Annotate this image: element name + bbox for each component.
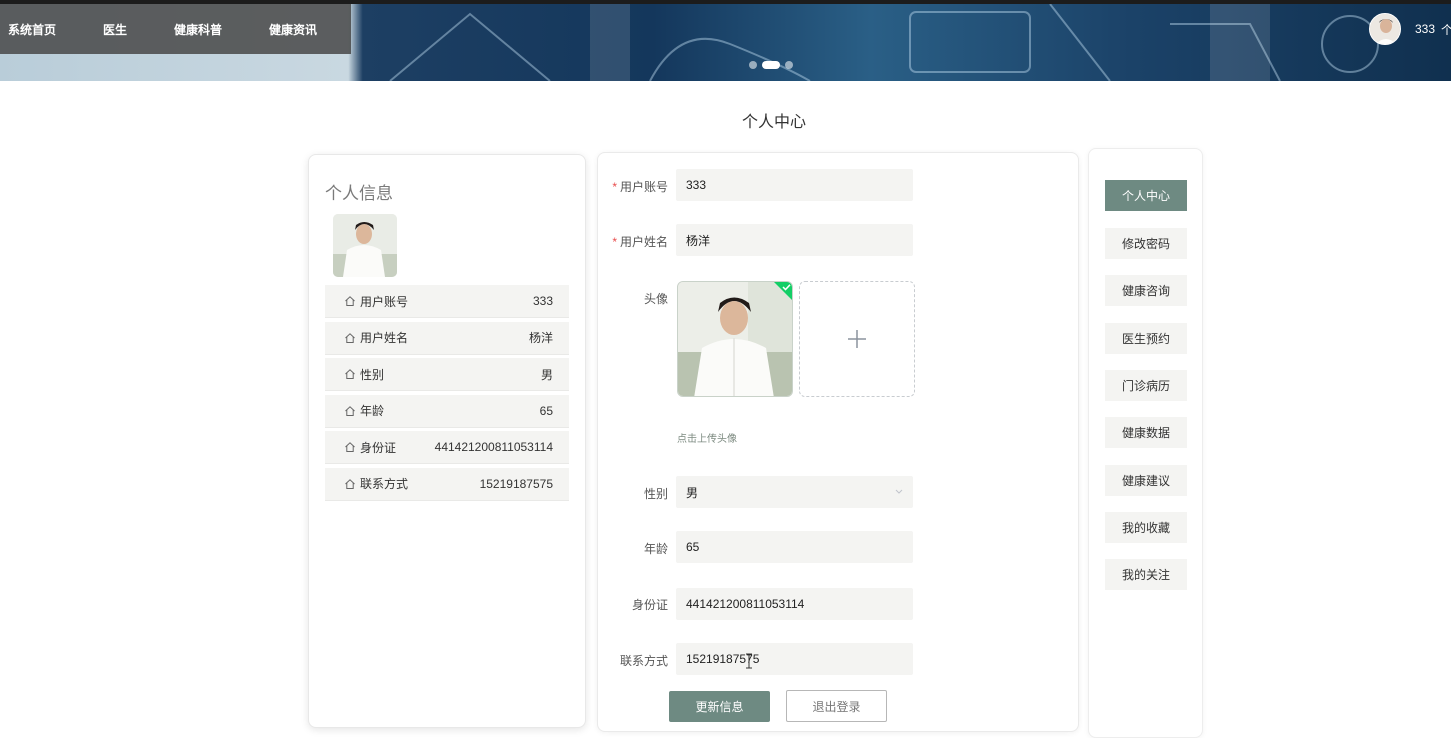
home-outline-icon (345, 405, 355, 416)
gender-select-value: 男 (686, 485, 699, 500)
name-input[interactable]: 杨洋 (676, 224, 913, 256)
profile-row-name: 用户姓名 杨洋 (325, 321, 569, 355)
carousel-dot[interactable] (749, 61, 757, 69)
user-side-menu: 个人中心 修改密码 健康咨询 医生预约 门诊病历 健康数据 健康建议 我的收藏 … (1088, 148, 1203, 738)
home-outline-icon (345, 478, 355, 489)
menu-item-health-data[interactable]: 健康数据 (1105, 417, 1187, 448)
profile-row-phone: 联系方式 15219187575 (325, 467, 569, 501)
user-name[interactable]: 333 (1415, 22, 1435, 36)
avatar-label: 头像 (643, 292, 668, 306)
profile-row-label: 性别 (360, 367, 385, 382)
check-icon (774, 282, 792, 300)
menu-item-profile[interactable]: 个人中心 (1105, 180, 1187, 211)
gender-select[interactable]: 男 (676, 476, 913, 508)
menu-item-doctor-appointment[interactable]: 医生预约 (1105, 323, 1187, 354)
profile-card-title: 个人信息 (325, 184, 393, 203)
id-card-input[interactable]: 441421200811053114 (676, 588, 913, 620)
nav-item-health-science[interactable]: 健康科普 (174, 21, 222, 38)
phone-input[interactable]: 15219187575 (676, 643, 913, 675)
profile-row-label: 身份证 (360, 440, 397, 455)
user-avatar[interactable] (1368, 13, 1401, 45)
home-outline-icon (345, 332, 355, 343)
account-input[interactable]: 333 (676, 169, 913, 201)
gender-label: 性别 (643, 487, 668, 501)
id-card-label: 身份证 (631, 598, 668, 612)
age-input[interactable]: 65 (676, 531, 913, 563)
required-mark: * (612, 180, 617, 194)
profile-row-value: 15219187575 (479, 476, 553, 491)
menu-item-my-follows[interactable]: 我的关注 (1105, 559, 1187, 590)
avatar-upload-button[interactable] (799, 281, 915, 397)
phone-label: 联系方式 (619, 654, 668, 668)
profile-row-value: 65 (539, 403, 553, 418)
avatar-person-icon (1369, 14, 1400, 44)
name-label-text: 用户姓名 (619, 235, 668, 249)
profile-row-age: 年龄 65 (325, 394, 569, 428)
update-info-button[interactable]: 更新信息 (669, 691, 770, 722)
profile-row-label: 用户账号 (360, 294, 409, 309)
menu-item-health-consultation[interactable]: 健康咨询 (1105, 275, 1187, 306)
profile-row-value: 441421200811053114 (434, 440, 553, 454)
menu-item-health-advice[interactable]: 健康建议 (1105, 465, 1187, 496)
menu-item-outpatient-records[interactable]: 门诊病历 (1105, 370, 1187, 401)
account-label-text: 用户账号 (619, 180, 668, 194)
chevron-down-icon (895, 489, 903, 494)
profile-info-list: 用户账号 333 用户姓名 杨洋 性别 男 年龄 65 身份证 44142120… (325, 285, 569, 504)
nav-item-doctors[interactable]: 医生 (103, 21, 127, 38)
home-outline-icon (345, 442, 355, 452)
avatar-upload-tip: 点击上传头像 (677, 434, 737, 445)
carousel-dot-active[interactable] (762, 61, 780, 69)
plus-icon (848, 330, 866, 348)
nav-item-home[interactable]: 系统首页 (8, 21, 56, 38)
text-cursor-icon (746, 653, 752, 669)
profile-row-account: 用户账号 333 (325, 285, 569, 318)
nav-item-health-news[interactable]: 健康资讯 (269, 21, 317, 38)
name-label: * 用户姓名 (596, 233, 668, 250)
header-banner: 系统首页 医生 健康科普 健康资讯 333 个 (0, 0, 1451, 81)
required-mark: * (612, 235, 617, 249)
profile-form: * 用户账号 333 * 用户姓名 杨洋 头像 点击上传头像 性别 男 年龄 65 (597, 152, 1079, 732)
account-label: * 用户账号 (596, 178, 668, 195)
logout-button[interactable]: 退出登录 (786, 690, 887, 722)
carousel-indicators (749, 61, 793, 69)
age-label: 年龄 (643, 542, 668, 556)
profile-row-value: 杨洋 (528, 331, 553, 345)
profile-row-gender: 性别 男 (325, 358, 569, 391)
profile-card: 个人信息 用户账号 333 用户姓名 杨洋 性别 男 年龄 65 身份证 441… (308, 154, 586, 728)
profile-row-label: 联系方式 (360, 477, 409, 491)
main-nav: 系统首页 医生 健康科普 健康资讯 (0, 4, 351, 54)
profile-row-label: 年龄 (360, 404, 385, 418)
profile-row-value: 333 (532, 294, 553, 308)
profile-row-label: 用户姓名 (360, 331, 409, 345)
banner-medical-graphic (389, 4, 1379, 81)
profile-avatar (333, 214, 397, 277)
profile-photo-icon (333, 214, 397, 277)
menu-item-change-password[interactable]: 修改密码 (1105, 228, 1187, 259)
uploaded-avatar-preview[interactable] (677, 281, 793, 397)
home-outline-icon (345, 296, 355, 306)
profile-row-value: 男 (540, 367, 553, 382)
user-bar: 333 个 (1368, 4, 1451, 54)
user-menu-link[interactable]: 个 (1441, 21, 1451, 38)
carousel-dot[interactable] (785, 61, 793, 69)
page-title: 个人中心 (741, 114, 806, 131)
menu-item-my-favorites[interactable]: 我的收藏 (1105, 512, 1187, 543)
profile-row-id-card: 身份证 441421200811053114 (325, 431, 569, 464)
home-outline-icon (345, 369, 355, 379)
